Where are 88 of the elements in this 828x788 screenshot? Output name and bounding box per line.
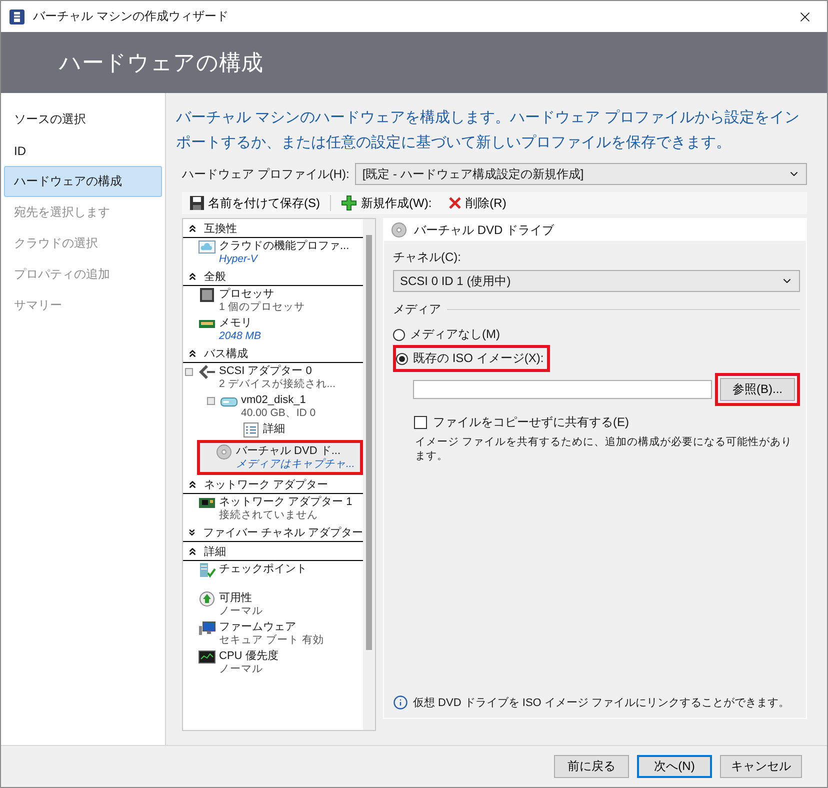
disc-icon xyxy=(390,222,408,238)
profile-label: ハードウェア プロファイル(H): xyxy=(182,166,350,182)
item-title: CPU 優先度 xyxy=(219,649,278,663)
hardware-item[interactable]: CPU 優先度 ノーマル xyxy=(183,648,363,677)
item-detail: Hyper-V xyxy=(219,253,259,266)
item-title: メモリ xyxy=(219,316,253,330)
toolbar-button[interactable]: 新規作成(W): xyxy=(335,193,438,213)
section-header[interactable]: 詳細 xyxy=(183,542,363,561)
item-detail: ノーマル xyxy=(219,663,264,676)
expand-icon xyxy=(187,526,197,538)
footer-button[interactable]: 前に戻る xyxy=(554,755,629,778)
share-checkbox[interactable]: ファイルをコピーせずに共有する(E) xyxy=(393,414,800,431)
item-detail: 40.00 GB、ID 0 xyxy=(241,407,316,420)
hardware-item[interactable]: SCSI アダプター 0 2 デバイスが接続され... xyxy=(183,363,363,392)
item-detail: セキュア ブート 有効 xyxy=(219,634,324,647)
channel-label: チャネル(C): xyxy=(393,249,462,266)
item-title: プロセッサ xyxy=(219,287,275,301)
hardware-item[interactable]: クラウドの機能プロファ... Hyper-V xyxy=(183,238,363,267)
item-detail: 接続されていません xyxy=(219,509,319,522)
channel-dropdown[interactable]: SCSI 0 ID 1 (使用中) xyxy=(393,270,800,292)
connector-icon xyxy=(198,364,216,380)
item-detail: メディアはキャプチャ... xyxy=(236,458,355,471)
page-heading: ハードウェアの構成 xyxy=(59,48,263,76)
cloud-icon xyxy=(198,239,216,255)
hardware-item[interactable]: 可用性 ノーマル xyxy=(183,590,363,619)
item-title: チェックポイント xyxy=(219,562,307,576)
disc-icon xyxy=(215,444,233,460)
hardware-item[interactable]: 詳細 xyxy=(183,421,363,440)
footer-button[interactable]: キャンセル xyxy=(720,755,802,778)
toolbar-button[interactable]: 削除(R) xyxy=(442,193,512,213)
item-detail: ノーマル xyxy=(219,605,263,618)
monitor-graph-icon xyxy=(198,649,216,665)
share-note: イメージ ファイルを共有するために、追加の構成が必要になる可能性があります。 xyxy=(414,435,793,463)
computer-icon xyxy=(198,620,216,636)
hardware-item[interactable]: ファームウェア セキュア ブート 有効 xyxy=(183,619,363,648)
item-title: ファームウェア xyxy=(219,620,297,634)
radio-option[interactable]: 既存の ISO イメージ(X): xyxy=(396,348,547,369)
wizard-step[interactable]: ハードウェアの構成 xyxy=(4,166,162,197)
collapse-icon xyxy=(187,546,198,556)
panel-header: バーチャル DVD ドライブ xyxy=(384,219,806,241)
radio-option[interactable]: メディアなし(M) xyxy=(393,324,503,345)
group-label: メディア xyxy=(393,301,441,318)
browse-button[interactable]: 参照(B)... xyxy=(720,378,795,401)
section-header[interactable]: ファイバー チャネル アダプター xyxy=(183,523,363,542)
collapse-icon xyxy=(187,478,198,490)
item-title: 可用性 xyxy=(219,591,253,605)
hardware-item[interactable]: ネットワーク アダプター 1 接続されていません xyxy=(183,494,363,523)
item-detail: 2 デバイスが接続され... xyxy=(219,378,336,391)
info-text: 仮想 DVD ドライブを ISO イメージ ファイルにリンクすることができます。 xyxy=(413,696,790,710)
expander-icon[interactable] xyxy=(207,397,215,405)
processor-icon xyxy=(198,287,216,303)
collapse-icon xyxy=(187,270,198,282)
server-check-icon xyxy=(198,562,216,578)
description-text: バーチャル マシンのハードウェアを構成します。ハードウェア プロファイルから設定をインポートするか、または任意の設定に基づいて新しいプロファイルを保存できます。 xyxy=(176,108,800,153)
section-header[interactable]: 全般 xyxy=(183,267,363,286)
window-title: バーチャル マシンの作成ウィザード xyxy=(33,8,230,25)
item-title: バーチャル DVD ド... xyxy=(236,444,342,458)
section-header[interactable]: ネットワーク アダプター xyxy=(183,475,363,494)
hardware-item[interactable]: メモリ 2048 MB xyxy=(183,315,363,344)
hardware-item[interactable]: チェックポイント xyxy=(183,561,363,590)
delete-icon xyxy=(448,196,462,210)
item-detail: 2048 MB xyxy=(219,330,262,343)
item-title: vm02_disk_1 xyxy=(241,393,307,407)
section-header[interactable]: 互換性 xyxy=(183,219,363,238)
footer-button[interactable]: 次へ(N) xyxy=(637,755,712,778)
item-title: SCSI アダプター 0 xyxy=(219,364,313,378)
item-title: 詳細 xyxy=(263,422,285,436)
window-icon xyxy=(9,8,25,24)
item-title: ネットワーク アダプター 1 xyxy=(219,495,352,509)
collapse-icon xyxy=(187,222,198,234)
profile-dropdown[interactable]: [既定 - ハードウェア構成設定の新規作成] xyxy=(355,163,807,185)
wizard-step[interactable]: ID xyxy=(4,135,162,166)
list-icon xyxy=(242,422,260,438)
section-header[interactable]: バス構成 xyxy=(183,344,363,363)
wizard-step[interactable]: ソースの選択 xyxy=(4,104,162,135)
hardware-item[interactable]: バーチャル DVD ド... メディアはキャプチャ... xyxy=(200,443,360,472)
item-detail: 1 個のプロセッサ xyxy=(219,301,305,314)
toolbar-button[interactable]: 名前を付けて保存(S) xyxy=(184,193,326,213)
item-title: クラウドの機能プロファ... xyxy=(219,239,350,253)
collapse-icon xyxy=(187,348,198,358)
path-input-field[interactable] xyxy=(413,380,712,399)
hardware-item[interactable]: プロセッサ 1 個のプロセッサ xyxy=(183,286,363,315)
network-card-icon xyxy=(198,495,216,511)
hardware-item[interactable]: vm02_disk_1 40.00 GB、ID 0 xyxy=(183,392,363,421)
info-icon xyxy=(393,695,408,710)
scrollbar[interactable] xyxy=(363,219,375,730)
expander-icon[interactable] xyxy=(185,368,193,376)
plus-icon xyxy=(341,195,357,211)
